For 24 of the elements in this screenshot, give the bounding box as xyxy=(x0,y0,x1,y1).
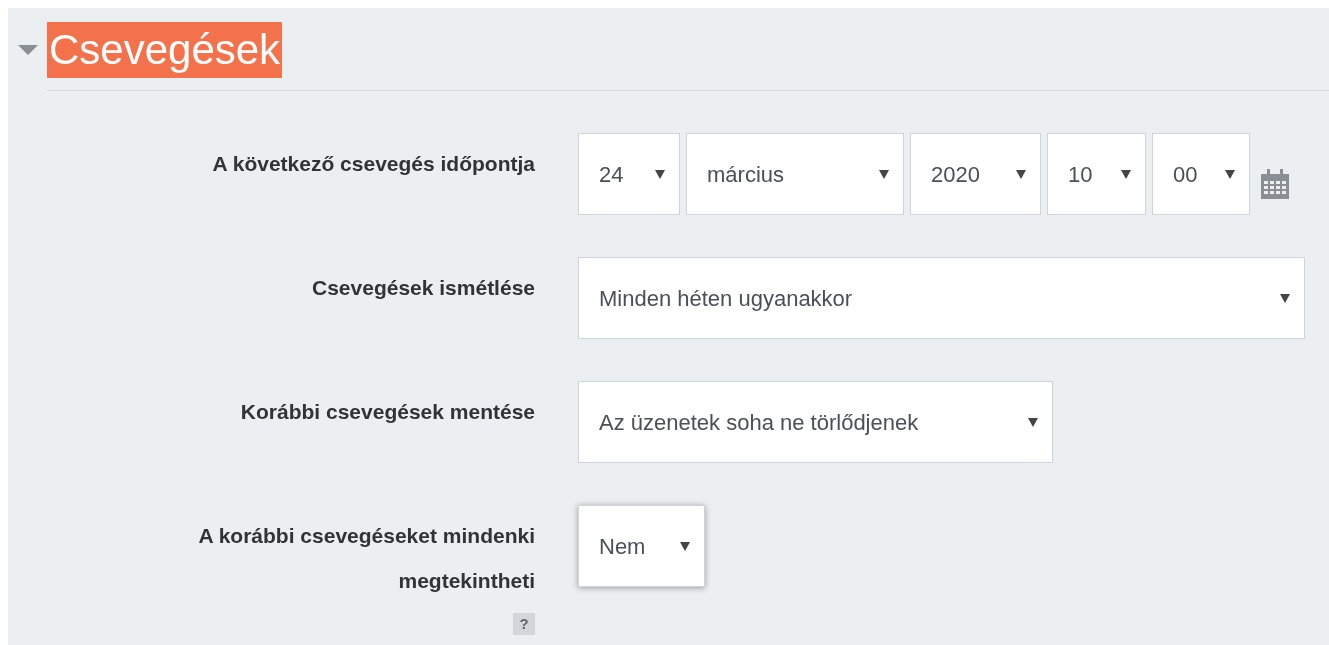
caret-icon xyxy=(1121,169,1131,179)
field-label: A korábbi csevegéseket mindenki megtekintheti xyxy=(197,523,535,594)
field-label: Korábbi csevegések mentése xyxy=(240,399,535,425)
caret-icon xyxy=(1028,417,1038,427)
date-select[interactable]: 00 xyxy=(1152,133,1250,215)
date-select[interactable]: 2020 xyxy=(910,133,1041,215)
help-icon[interactable]: ? xyxy=(513,613,535,635)
dropdown-select[interactable]: Az üzenetek soha ne törlődjenek xyxy=(578,381,1053,463)
caret-icon xyxy=(1225,169,1235,179)
collapse-triangle-icon[interactable] xyxy=(18,44,38,56)
field-label: Csevegések ismétlése xyxy=(312,275,535,301)
caret-icon xyxy=(655,169,665,179)
dropdown-select[interactable]: Nem xyxy=(578,505,705,587)
field-label: A következő csevegés időpontja xyxy=(212,151,535,177)
dropdown-select[interactable]: Minden héten ugyanakkor xyxy=(578,257,1305,339)
date-select[interactable]: 24 xyxy=(578,133,680,215)
date-select[interactable]: március xyxy=(686,133,904,215)
calendar-icon[interactable] xyxy=(1261,169,1289,199)
date-select[interactable]: 10 xyxy=(1047,133,1146,215)
caret-icon xyxy=(1016,169,1026,179)
caret-icon xyxy=(1280,293,1290,303)
caret-icon xyxy=(879,169,889,179)
caret-icon xyxy=(680,541,690,551)
section-heading: Csevegések xyxy=(47,22,283,78)
